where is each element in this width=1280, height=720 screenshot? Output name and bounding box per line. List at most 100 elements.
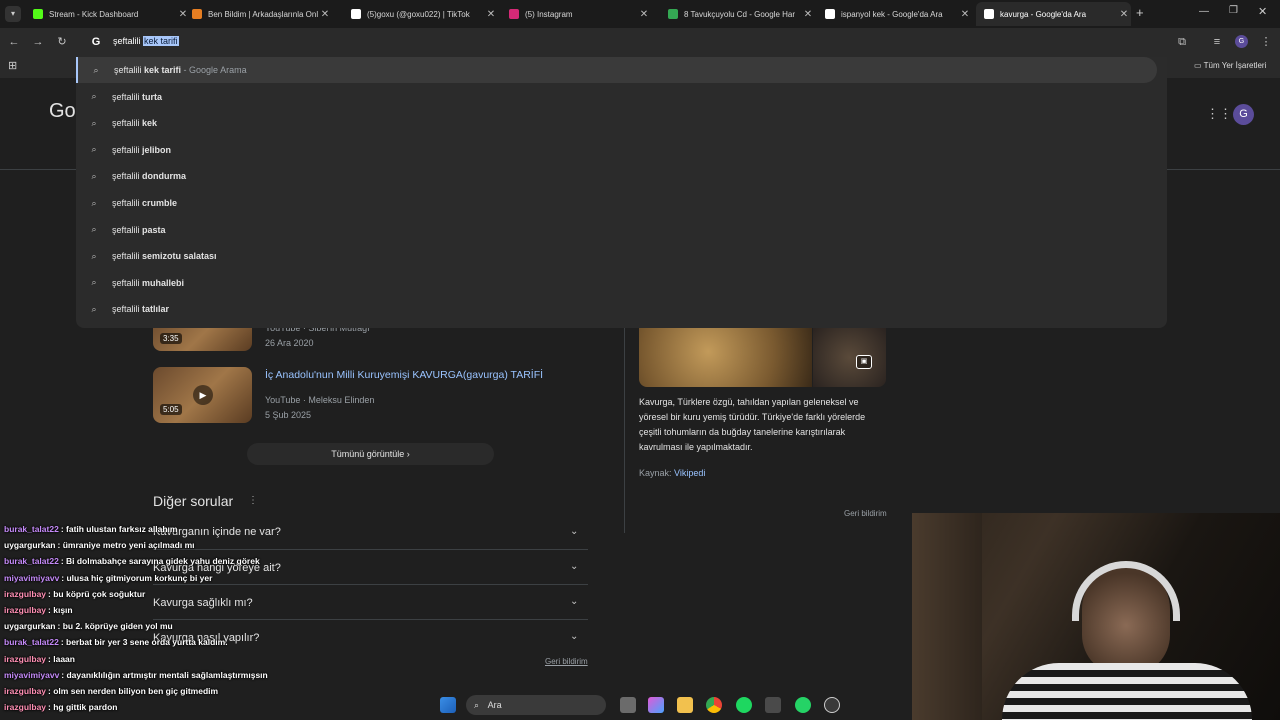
- knowledge-image-main[interactable]: [639, 328, 812, 387]
- suggestion-item[interactable]: ⌕ şeftalili kek: [76, 110, 1157, 136]
- video-date: 5 Şub 2025: [265, 410, 312, 420]
- chevron-down-icon[interactable]: ⌄: [570, 526, 578, 537]
- faq-title: Diğer sorular: [153, 493, 234, 509]
- suggestion-item[interactable]: ⌕ şeftalili tatlılar: [76, 296, 1157, 322]
- chevron-down-icon[interactable]: ⌄: [570, 561, 578, 572]
- tab-favicon-icon: [984, 9, 994, 19]
- account-avatar[interactable]: G: [1233, 104, 1254, 125]
- suggestion-item[interactable]: ⌕ şeftalili muhallebi: [76, 270, 1157, 296]
- suggestion-item[interactable]: ⌕ şeftalili kek tarifi - Google Arama: [76, 57, 1157, 83]
- faq-divider: [153, 584, 588, 585]
- video-title-link[interactable]: İç Anadolu'nun Milli Kuruyemişi KAVURGA(…: [265, 369, 543, 381]
- search-icon: ⌕: [91, 277, 97, 288]
- whatsapp-icon[interactable]: [795, 697, 811, 713]
- suggestion-prefix: şeftalili: [112, 251, 143, 262]
- chat-text: : dayanıklılığın artmıştır mentali sağla…: [61, 669, 268, 680]
- suggestion-prefix: şeftalili: [114, 65, 145, 75]
- faq-more-icon[interactable]: ⋮: [248, 495, 258, 506]
- tab-strip: ▾ Stream - Kick Dashboard ✕ Ben Bildim | A…: [0, 0, 1280, 28]
- reload-icon[interactable]: ↻: [54, 34, 70, 50]
- tab-2[interactable]: Ben Bildim | Arkadaşlarınla Onl ✕: [184, 2, 332, 26]
- tab-5[interactable]: 8 Tavukçuyolu Cd - Google Har ✕: [660, 2, 815, 26]
- suggestion-completion: jelibon: [142, 144, 172, 155]
- close-window-button[interactable]: ✕: [1258, 5, 1267, 18]
- suggestion-item[interactable]: ⌕ şeftalili turta: [76, 84, 1157, 110]
- file-explorer-icon[interactable]: [677, 697, 693, 713]
- suggestion-item[interactable]: ⌕ şeftalili crumble: [76, 190, 1157, 216]
- windows-start-icon[interactable]: [440, 697, 456, 713]
- knowledge-source: Kaynak: Vikipedi: [639, 468, 705, 478]
- chevron-right-icon: ›: [406, 449, 410, 459]
- source-link[interactable]: Vikipedi: [674, 468, 705, 478]
- tab-title: (5)goxu (@goxu022) | TikTok: [367, 9, 470, 19]
- show-all-button[interactable]: Tümünü görüntüle ›: [247, 443, 494, 465]
- faq-item[interactable]: Kavurga sağlıklı mı?: [153, 597, 253, 609]
- tab-close-icon[interactable]: ✕: [801, 9, 815, 20]
- forward-icon[interactable]: →: [30, 34, 46, 50]
- chat-text: : Bi dolmabahçe sarayına gidek yahu deni…: [60, 556, 260, 567]
- suggestion-item[interactable]: ⌕ şeftalili jelibon: [76, 137, 1157, 163]
- apps-grid-icon[interactable]: ⊞: [8, 59, 17, 72]
- minimize-button[interactable]: —: [1199, 6, 1209, 17]
- chat-message: burak_talat22: berbat bir yer 3 sene ord…: [4, 637, 228, 647]
- chat-message: irazgulbay: olm sen nerden biliyon ben g…: [4, 686, 218, 696]
- new-tab-button[interactable]: +: [1136, 5, 1144, 20]
- faq-feedback-link[interactable]: Geri bildirim: [545, 657, 588, 666]
- search-icon: ⌕: [91, 144, 97, 155]
- google-logo[interactable]: Go: [49, 100, 76, 123]
- taskbar-search[interactable]: ⌕ Ara: [466, 695, 606, 715]
- copilot-icon[interactable]: [648, 697, 664, 713]
- tab-title: kavurga - Google'da Ara: [1000, 9, 1087, 19]
- search-icon: ⌕: [91, 250, 97, 261]
- chat-message: burak_talat22: fatih ulustan farksız all…: [4, 524, 177, 534]
- tab-3[interactable]: (5)goxu (@goxu022) | TikTok ✕: [343, 2, 498, 26]
- tab-favicon-icon: [509, 9, 519, 19]
- suggestion-item[interactable]: ⌕ şeftalili dondurma: [76, 163, 1157, 189]
- task-view-icon[interactable]: [620, 697, 636, 713]
- tab-1[interactable]: Stream - Kick Dashboard ✕: [25, 2, 190, 26]
- video-duration: 5:05: [160, 404, 182, 415]
- profile-avatar[interactable]: G: [1235, 35, 1248, 48]
- back-icon[interactable]: ←: [6, 34, 22, 50]
- source-label: Kaynak:: [639, 468, 672, 478]
- store-icon[interactable]: [765, 697, 781, 713]
- suggestion-prefix: şeftalili: [112, 171, 143, 182]
- knowledge-feedback-link[interactable]: Geri bildirim: [844, 509, 887, 518]
- search-icon: ⌕: [91, 224, 97, 235]
- video-date: 26 Ara 2020: [265, 338, 314, 348]
- tab-close-icon[interactable]: ✕: [958, 9, 972, 20]
- search-icon: ⌕: [91, 303, 97, 314]
- tab-6[interactable]: ispanyol kek - Google'da Ara ✕: [817, 2, 972, 26]
- suggestion-completion: kek tarifi: [144, 65, 182, 75]
- chevron-down-icon[interactable]: ⌄: [570, 596, 578, 607]
- omnibox-input[interactable]: şeftalili kek tarifi: [113, 36, 179, 46]
- all-bookmarks[interactable]: ▭ Tüm Yer İşaretleri: [1194, 61, 1266, 70]
- tab-search-button[interactable]: ▾: [5, 6, 21, 22]
- tab-close-icon[interactable]: ✕: [484, 9, 498, 20]
- suggestion-item[interactable]: ⌕ şeftalili semizotu salatası: [76, 243, 1157, 269]
- tab-close-icon[interactable]: ✕: [1117, 9, 1131, 20]
- search-icon: ⌕: [91, 117, 97, 128]
- maximize-button[interactable]: ❐: [1229, 5, 1238, 16]
- menu-icon[interactable]: ⋮: [1258, 34, 1274, 50]
- suggestion-item[interactable]: ⌕ şeftalili pasta: [76, 217, 1157, 243]
- tab-close-icon[interactable]: ✕: [318, 9, 332, 20]
- tab-favicon-icon: [192, 9, 202, 19]
- suggestion-completion: kek: [142, 118, 158, 129]
- webcam-window-light: [912, 513, 982, 720]
- chrome-icon[interactable]: [706, 697, 722, 713]
- chevron-down-icon[interactable]: ⌄: [570, 631, 578, 642]
- spotify-icon[interactable]: [736, 697, 752, 713]
- chat-username: uygargurkan: [4, 621, 56, 632]
- tab-4[interactable]: (5) Instagram ✕: [501, 2, 651, 26]
- tab-title: (5) Instagram: [525, 9, 573, 19]
- tab-close-icon[interactable]: ✕: [637, 9, 651, 20]
- tab-7[interactable]: kavurga - Google'da Ara ✕: [976, 2, 1131, 26]
- google-apps-icon[interactable]: ⋮⋮: [1206, 106, 1232, 122]
- chat-username: uygargurkan: [4, 540, 56, 551]
- media-icon[interactable]: ≡: [1209, 34, 1225, 50]
- extensions-icon[interactable]: ⧉: [1174, 34, 1190, 50]
- image-gallery-icon[interactable]: ▣: [856, 355, 872, 369]
- knowledge-image-side[interactable]: ▣: [813, 328, 886, 387]
- obs-icon[interactable]: [824, 697, 840, 713]
